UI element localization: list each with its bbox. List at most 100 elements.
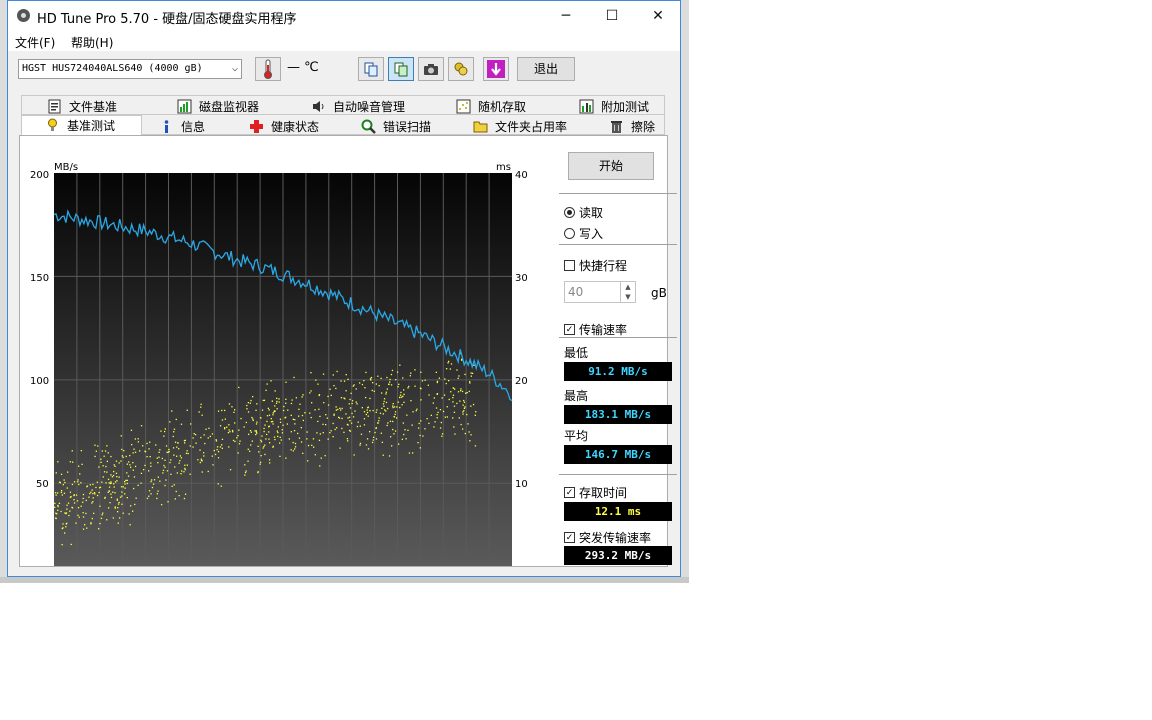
access-time-point (359, 382, 361, 384)
access-time-point (277, 431, 279, 434)
transfer-rate-checkbox[interactable]: ✓ 传输速率 (564, 321, 627, 338)
access-time-point (165, 445, 168, 447)
access-time-point (258, 451, 260, 453)
access-time-point (144, 464, 146, 467)
access-time-point (452, 401, 454, 403)
tab-file-benchmark[interactable]: 文件基准 (47, 96, 117, 116)
access-time-point (302, 419, 304, 422)
tab-health[interactable]: 健康状态 (249, 116, 319, 136)
start-button[interactable]: 开始 (568, 152, 654, 180)
access-time-point (406, 414, 408, 416)
copy-info-button[interactable] (388, 57, 414, 81)
drives-button[interactable] (448, 57, 474, 81)
access-time-point (109, 502, 111, 504)
access-time-point (247, 402, 249, 404)
access-time-point (63, 492, 66, 494)
access-time-point (232, 431, 234, 433)
access-time-point (249, 430, 252, 432)
access-time-point (114, 507, 116, 509)
access-time-point (121, 495, 123, 497)
tab-folder-usage[interactable]: 文件夹占用率 (473, 116, 567, 136)
access-time-point (55, 517, 57, 519)
access-time-checkbox[interactable]: ✓ 存取时间 (564, 484, 627, 501)
access-time-point (129, 524, 131, 526)
access-time-point (59, 482, 61, 484)
access-time-point (319, 465, 321, 467)
access-time-point (229, 431, 231, 433)
short-stroke-checkbox[interactable]: 快捷行程 (564, 257, 627, 274)
access-time-point (233, 411, 235, 413)
access-time-point (268, 409, 270, 411)
access-time-point (114, 481, 117, 483)
access-time-point (273, 436, 276, 438)
tab-disk-monitor[interactable]: 磁盘监视器 (177, 96, 259, 116)
access-time-point (464, 406, 466, 408)
access-time-point (93, 492, 96, 494)
short-stroke-stepper[interactable]: 40 ▲ ▼ (564, 281, 636, 303)
write-radio-dot (564, 228, 575, 239)
access-time-point (322, 373, 325, 375)
screenshot-button[interactable] (418, 57, 444, 81)
tab-error-scan[interactable]: 错误扫描 (361, 116, 431, 136)
access-time-point (401, 404, 403, 406)
access-time-point (133, 476, 136, 478)
tab-extra-tests[interactable]: 附加测试 (579, 96, 649, 116)
tab-info[interactable]: 信息 (159, 116, 205, 136)
access-time-point (276, 408, 278, 410)
exit-button[interactable]: 退出 (517, 57, 575, 81)
benchmark-chart: MB/s ms 200 150 100 50 40 30 20 10 (30, 162, 528, 566)
access-time-point (252, 419, 254, 422)
tab-benchmark[interactable]: 基准测试 (45, 115, 115, 135)
save-button[interactable] (483, 57, 509, 81)
menu-help[interactable]: 帮助(H) (71, 34, 113, 51)
access-time-point (195, 442, 197, 444)
access-time-point (274, 390, 276, 392)
access-time-point (54, 506, 56, 508)
read-radio[interactable]: 读取 (564, 204, 603, 221)
access-time-point (375, 411, 377, 413)
access-time-point (79, 473, 81, 475)
access-time-point (319, 415, 321, 418)
tab-noise-management[interactable]: 自动噪音管理 (311, 96, 405, 116)
access-time-point (441, 435, 443, 437)
access-time-point (365, 371, 367, 374)
temperature-button[interactable] (255, 57, 281, 81)
tab-erase[interactable]: 擦除 (609, 116, 655, 136)
burst-rate-checkbox[interactable]: ✓ 突发传输速率 (564, 529, 651, 546)
access-time-point (446, 368, 448, 370)
access-time-point (266, 383, 268, 385)
close-button[interactable]: ✕ (635, 1, 681, 31)
access-time-point (298, 408, 300, 410)
drive-select[interactable]: HGST HUS724040ALS640 (4000 gB) ⌵ (18, 59, 242, 79)
maximize-button[interactable]: ☐ (589, 1, 635, 31)
copy-button[interactable] (358, 57, 384, 81)
access-time-point (66, 508, 68, 510)
stepper-arrows-icon[interactable]: ▲ ▼ (620, 282, 635, 302)
access-time-point (132, 510, 134, 512)
write-radio[interactable]: 写入 (564, 225, 603, 242)
menu-file[interactable]: 文件(F) (15, 34, 55, 51)
access-time-point (434, 421, 436, 423)
access-time-point (159, 449, 161, 451)
access-time-point (96, 481, 98, 483)
access-time-point (121, 448, 123, 451)
access-time-point (90, 522, 92, 524)
access-time-point (449, 368, 451, 370)
access-time-point (221, 409, 223, 412)
access-time-point (398, 383, 400, 385)
access-time-point (268, 459, 271, 461)
access-time-point (433, 397, 435, 399)
tab-random-access[interactable]: 随机存取 (456, 96, 526, 116)
access-time-point (90, 491, 92, 493)
access-time-point (272, 414, 274, 416)
access-time-point (264, 424, 266, 426)
access-time-point (160, 430, 162, 432)
access-time-point (447, 362, 449, 364)
access-time-point (386, 424, 388, 427)
access-time-point (279, 418, 282, 420)
minimize-button[interactable]: ─ (543, 1, 589, 31)
access-time-point (361, 383, 364, 386)
access-time-point (383, 405, 385, 407)
access-time-point (376, 409, 378, 411)
access-time-point (400, 391, 402, 394)
